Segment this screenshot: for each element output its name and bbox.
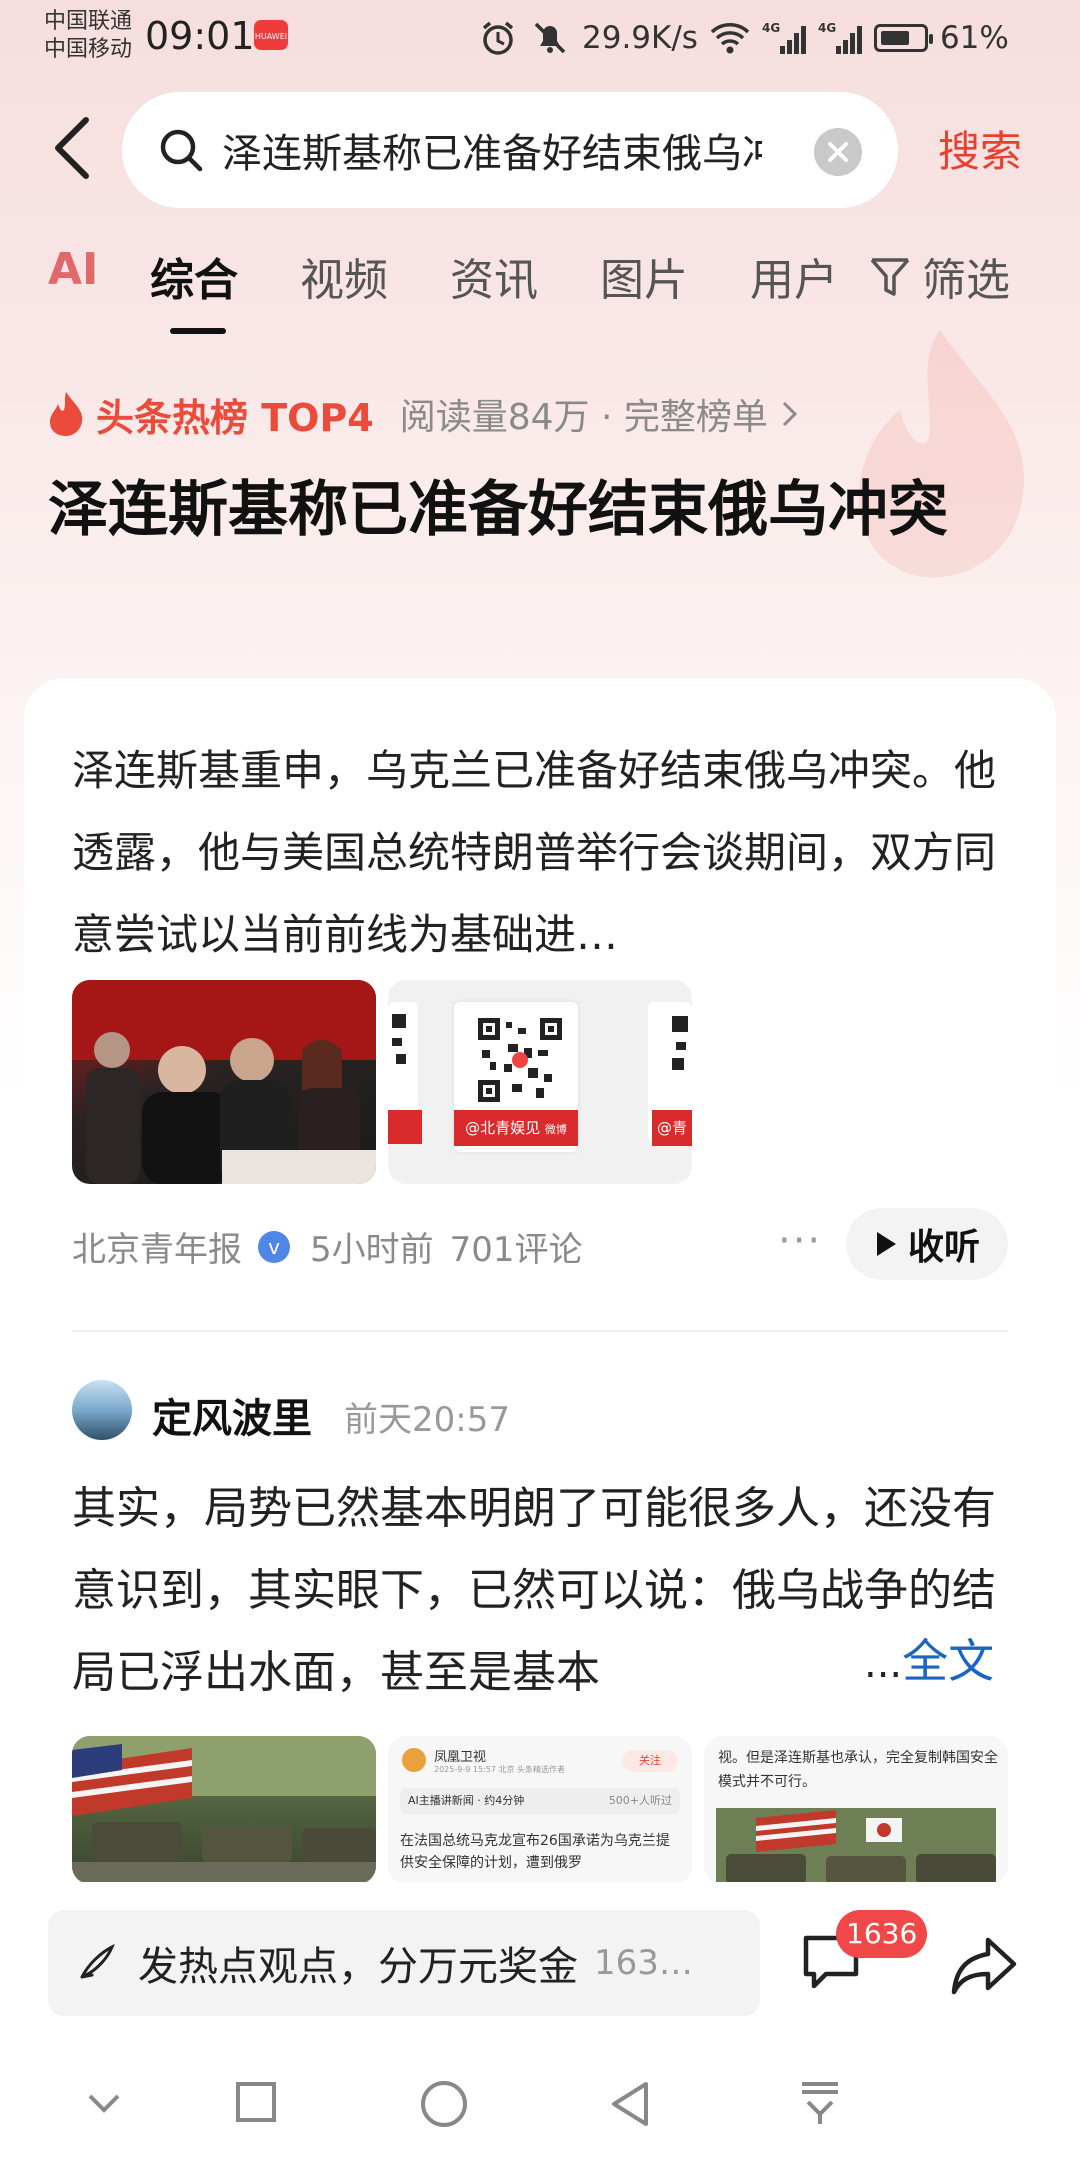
listen-label: 收听 (907, 1227, 980, 1268)
post-photo-1[interactable] (72, 1736, 376, 1884)
qr-strip-right: @青 (652, 1110, 692, 1146)
status-icons: 29.9K/s 4G 4G 61% (478, 16, 1009, 60)
preview-text: 在法国总统马克龙宣布26国承诺为乌克兰提供安全保障的计划，遭到俄罗 (400, 1833, 670, 1871)
battery-percent: 61% (939, 20, 1009, 56)
post-time: 前天20:57 (344, 1400, 510, 1440)
comment-count-badge: 1636 (836, 1910, 928, 1958)
filter-icon (870, 258, 910, 296)
active-tab-indicator (170, 328, 226, 334)
qr-fragment-right (672, 1016, 688, 1070)
status-bar: 中国联通 中国移动 09:01 HUAWEI 29.9K/s 4G 4G 61% (0, 0, 1080, 78)
qr-code-image[interactable]: @北青娱见 微博 @青 (388, 980, 692, 1184)
qr-caption: @北青娱见 (465, 1119, 541, 1137)
system-nav-bar (0, 2060, 1080, 2160)
signal-4g-icon-1: 4G (762, 21, 806, 54)
full-text-link[interactable]: 全文 (902, 1634, 994, 1688)
comment-count: 701评论 (449, 1230, 583, 1270)
tab-users[interactable]: 用户 (750, 244, 838, 308)
article-photo[interactable] (72, 980, 376, 1184)
preview-listeners: 500+人听过 (608, 1794, 672, 1807)
carrier-1: 中国联通 (44, 9, 133, 34)
qr-strip-left (388, 1110, 422, 1144)
qr-weibo-label: 微博 (544, 1123, 567, 1136)
qr-fragment-left (392, 1014, 406, 1064)
status-time: 09:01 (145, 14, 255, 58)
preview-audio: AI主播讲新闻 · 约4分钟 500+人听过 (400, 1788, 680, 1814)
signal-4g-icon-2: 4G (818, 21, 862, 54)
carrier-info: 中国联通 中国移动 (44, 8, 132, 64)
comment-input-text: 发热点观点，分万元奖金 (138, 1944, 578, 1990)
carrier-2: 中国移动 (44, 37, 133, 62)
verified-icon: v (258, 1230, 290, 1263)
qr-caption-strip: @北青娱见 微博 (454, 1110, 578, 1146)
battery-icon (873, 24, 933, 52)
search-bar[interactable]: 泽连斯基称已准备好结束俄乌冲突 (122, 92, 898, 208)
preview-channel: 凤凰卫视 (434, 1750, 487, 1765)
tab-video[interactable]: 视频 (300, 244, 388, 308)
article-summary[interactable]: 泽连斯基重申，乌克兰已准备好结束俄乌冲突。他透露，他与美国总统特朗普举行会谈期间… (72, 730, 1012, 976)
wifi-icon (710, 23, 750, 54)
search-input[interactable]: 泽连斯基称已准备好结束俄乌冲突 (222, 121, 762, 179)
svg-text:4G: 4G (762, 21, 780, 35)
recent-apps-icon[interactable] (232, 2078, 280, 2126)
divider (72, 1330, 1008, 1332)
search-button[interactable]: 搜索 (938, 118, 1022, 179)
source-name[interactable]: 北京青年报 (72, 1222, 242, 1271)
home-icon[interactable] (418, 2078, 470, 2130)
clear-icon[interactable] (814, 128, 862, 176)
hot-list-meta: 阅读量84万 · 完整榜单 (399, 397, 768, 438)
qr-caption-side: @青 (656, 1119, 687, 1137)
tab-ai[interactable]: AI (48, 244, 98, 295)
tab-news[interactable]: 资讯 (450, 244, 538, 308)
phoenix-logo-icon (402, 1748, 426, 1772)
preview-text-3: 视。但是泽连斯基也承认，完全复制韩国安全模式并不可行。 (718, 1750, 998, 1790)
article-meta: 北京青年报 v 5小时前 701评论 (72, 1222, 583, 1271)
publish-time: 5小时前 (310, 1230, 434, 1270)
hot-list-banner[interactable]: 头条热榜 TOP4 阅读量84万 · 完整榜单 (46, 388, 802, 440)
post-screenshot-3[interactable]: 视。但是泽连斯基也承认，完全复制韩国安全模式并不可行。 (704, 1736, 1008, 1884)
comment-input[interactable]: 发热点观点，分万元奖金 163… (48, 1910, 760, 2016)
photo-illustration (72, 980, 376, 1184)
flame-icon (50, 392, 83, 436)
more-options-icon[interactable]: ··· (778, 1218, 822, 1264)
notification-pull-icon[interactable] (796, 2078, 844, 2130)
page-title: 泽连斯基称已准备好结束俄乌冲突 (48, 475, 948, 545)
filter-button[interactable]: 筛选 (868, 244, 1010, 308)
photo-illustration-tanks-2 (716, 1808, 996, 1884)
comment-input-count: 163… (594, 1943, 693, 1983)
huawei-app-icon: HUAWEI (254, 20, 288, 50)
alarm-icon (482, 21, 514, 55)
mute-bell-icon (534, 22, 566, 54)
back-triangle-icon[interactable] (606, 2078, 654, 2130)
network-speed: 29.9K/s (582, 20, 698, 56)
tab-all[interactable]: 综合 (150, 244, 238, 308)
post-author[interactable]: 定风波里 (152, 1386, 312, 1444)
avatar[interactable] (72, 1380, 132, 1440)
pen-icon (80, 1943, 115, 1979)
search-icon (160, 129, 203, 172)
chevron-right-icon (782, 401, 798, 427)
hot-list-label: 头条热榜 TOP4 (96, 395, 374, 440)
chevron-down-icon[interactable] (80, 2078, 128, 2126)
preview-follow: 关注 (622, 1750, 678, 1772)
qr-code-icon (478, 1018, 562, 1102)
post-screenshot-2[interactable]: 凤凰卫视 2025-9-9 15:57 北京 头条精选作者 关注 AI主播讲新闻… (388, 1736, 692, 1884)
svg-text:4G: 4G (818, 21, 836, 35)
preview-audio-label: AI主播讲新闻 · 约4分钟 (408, 1794, 525, 1807)
filter-label: 筛选 (922, 255, 1010, 306)
back-arrow-icon[interactable] (48, 112, 98, 184)
read-more[interactable]: ...全文 (864, 1626, 1014, 1696)
ellipsis: ... (864, 1641, 903, 1687)
share-icon[interactable] (950, 1934, 1018, 1998)
listen-button[interactable]: 收听 (846, 1208, 1008, 1280)
photo-illustration-tanks (72, 1736, 376, 1884)
preview-meta: 2025-9-9 15:57 北京 头条精选作者 (434, 1765, 565, 1774)
play-icon (876, 1232, 896, 1256)
tab-images[interactable]: 图片 (600, 244, 688, 308)
